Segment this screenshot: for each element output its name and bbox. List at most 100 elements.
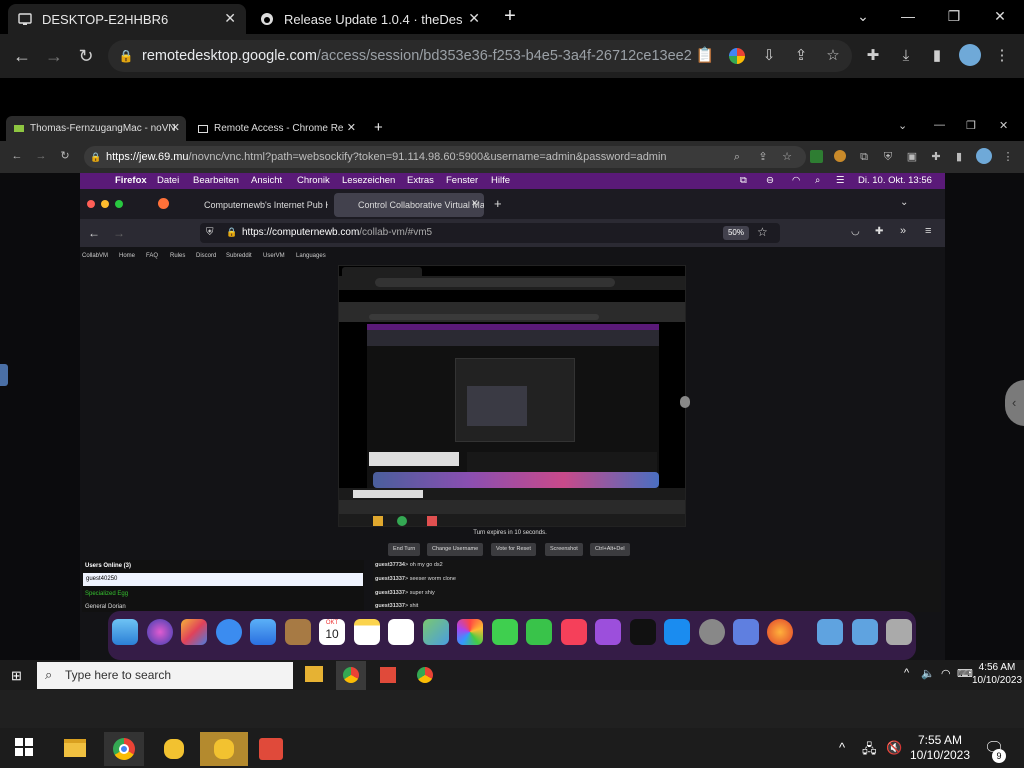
close-window-button[interactable]: ✕ [999, 119, 1008, 132]
firefox-view-icon[interactable] [158, 198, 169, 209]
notes-icon[interactable] [354, 619, 380, 645]
extensions-icon[interactable]: ✚ [929, 150, 943, 164]
control-center-icon[interactable]: ☰ [836, 174, 845, 188]
menu-chronik[interactable]: Chronik [297, 174, 330, 188]
inner-tab-remote-access[interactable]: Remote Access - Chrome Remo ✕ [190, 116, 362, 141]
mail-icon[interactable] [250, 619, 276, 645]
menu-bearbeiten[interactable]: Bearbeiten [193, 174, 239, 188]
menu-hilfe[interactable]: Hilfe [491, 174, 510, 188]
nav-rules[interactable]: Rules [170, 253, 185, 259]
taskbar-bee-app[interactable] [154, 732, 194, 766]
profile-avatar[interactable] [959, 44, 981, 66]
facetime-icon[interactable] [526, 619, 552, 645]
status-icon[interactable]: ⊖ [766, 174, 774, 188]
close-icon[interactable]: ✕ [468, 10, 480, 27]
download-icon[interactable]: ⤓ [896, 46, 916, 66]
nav-home[interactable]: Home [119, 253, 135, 259]
close-traffic-light[interactable] [87, 200, 95, 208]
forward-icon[interactable]: → [44, 46, 64, 66]
user-row[interactable]: General Dorian [85, 604, 126, 610]
anydesk-icon[interactable] [380, 667, 396, 683]
messages-icon[interactable] [492, 619, 518, 645]
taskbar-bee-app-active[interactable] [200, 732, 248, 766]
network-icon[interactable]: ◠ [941, 667, 951, 680]
lock-icon[interactable]: 🔒 [89, 150, 103, 164]
extension-glasses-icon[interactable]: ⧉ [857, 150, 871, 164]
volume-icon[interactable]: 🔈 [921, 667, 935, 680]
file-explorer-icon[interactable] [305, 666, 323, 682]
back-icon[interactable]: ← [10, 149, 24, 163]
mac-clock[interactable]: Di. 10. Okt. 13:56 [858, 174, 932, 188]
taskbar-chrome[interactable] [104, 732, 144, 766]
side-panel-icon[interactable]: ▮ [927, 46, 947, 66]
volume-muted-icon[interactable]: 🔇 [886, 740, 902, 756]
firefox-tab-computernewb[interactable]: Computernewb's Internet Pub H [180, 193, 328, 217]
zoom-icon[interactable]: ⌕ [730, 150, 744, 164]
close-icon[interactable]: ✕ [347, 121, 356, 134]
reload-icon[interactable]: ↻ [58, 149, 72, 163]
nav-faq[interactable]: FAQ [146, 253, 158, 259]
pocket-icon[interactable]: ◡ [851, 226, 860, 237]
install-icon[interactable]: ⇩ [759, 46, 779, 66]
photos-icon[interactable] [457, 619, 483, 645]
menu-icon[interactable]: ⋮ [992, 46, 1012, 66]
nav-discord[interactable]: Discord [196, 253, 216, 259]
applications-folder-icon[interactable] [817, 619, 843, 645]
windows-start-icon[interactable] [15, 738, 33, 756]
extensions-icon[interactable]: ✚ [875, 226, 883, 237]
overflow-icon[interactable]: » [900, 225, 906, 237]
user-row[interactable]: Specialized Egg [85, 591, 128, 597]
outer-clock[interactable]: 7:55 AM 10/10/2023 [902, 733, 978, 763]
vm-screen[interactable] [338, 265, 686, 527]
tab-search-icon[interactable]: ⌄ [853, 6, 873, 26]
menu-firefox[interactable]: Firefox [115, 174, 147, 188]
outer-tab-release-update[interactable]: Release Update 1.0.4 · theDesCor ✕ [250, 4, 490, 34]
menu-icon[interactable]: ⋮ [1001, 150, 1015, 164]
new-tab-button[interactable]: + [374, 119, 383, 136]
taskbar-anydesk[interactable] [250, 732, 290, 766]
extension-car-icon[interactable]: ▣ [905, 150, 919, 164]
network-icon[interactable]: 🖧 [862, 740, 877, 762]
firefox-address-bar[interactable]: https://computernewb.com/collab-vm/#vm5 [200, 223, 780, 243]
spotlight-icon[interactable]: ⌕ [815, 174, 820, 188]
extension-s-icon[interactable] [810, 150, 823, 163]
bookmark-star-icon[interactable]: ☆ [757, 225, 768, 239]
inner-address-bar[interactable]: https://jew.69.mu/novnc/vnc.html?path=we… [84, 146, 806, 168]
firefox-tab-collabvm[interactable]: Control Collaborative Virtual Ma [334, 193, 484, 217]
restore-button[interactable]: ❐ [966, 119, 976, 132]
taskbar-search[interactable]: Type here to search [37, 662, 293, 689]
tray-chevron-icon[interactable]: ^ [839, 740, 845, 755]
lock-icon[interactable]: 🔒 [226, 227, 237, 238]
menu-datei[interactable]: Datei [157, 174, 179, 188]
tray-chevron-icon[interactable]: ^ [904, 667, 909, 679]
forward-icon[interactable]: → [34, 149, 48, 163]
forward-icon[interactable]: → [113, 226, 125, 240]
firefox-icon[interactable] [767, 619, 793, 645]
menu-fenster[interactable]: Fenster [446, 174, 478, 188]
screenshot-button[interactable]: Screenshot [545, 543, 583, 556]
minimize-traffic-light[interactable] [101, 200, 109, 208]
close-window-button[interactable]: ✕ [990, 6, 1010, 26]
close-icon[interactable]: ✕ [171, 121, 180, 134]
extensions-icon[interactable]: ✚ [863, 46, 883, 66]
new-tab-button[interactable]: + [500, 6, 520, 26]
new-tab-button[interactable]: + [494, 196, 502, 211]
minimize-button[interactable]: — [898, 6, 918, 26]
restore-button[interactable]: ❐ [944, 6, 964, 26]
menu-lesezeichen[interactable]: Lesezeichen [342, 174, 395, 188]
nav-subreddit[interactable]: Subreddit [226, 253, 252, 259]
extension-shield-icon[interactable]: ⛨ [881, 150, 895, 164]
profile-avatar[interactable] [976, 148, 992, 164]
safari-icon[interactable] [216, 619, 242, 645]
reload-icon[interactable]: ↻ [76, 46, 96, 66]
menu-extras[interactable]: Extras [407, 174, 434, 188]
outer-tab-remote-desktop[interactable]: DESKTOP-E2HHBR6 ✕ [8, 4, 246, 34]
siri-icon[interactable] [147, 619, 173, 645]
side-panel-icon[interactable]: ▮ [952, 150, 966, 164]
novnc-sidebar-handle[interactable] [0, 364, 8, 386]
nav-uservm[interactable]: UserVM [263, 253, 285, 259]
shield-icon[interactable]: ⛨ [206, 227, 214, 238]
contacts-icon[interactable] [285, 619, 311, 645]
tab-search-icon[interactable]: ⌄ [898, 119, 907, 132]
finder-icon[interactable] [112, 619, 138, 645]
